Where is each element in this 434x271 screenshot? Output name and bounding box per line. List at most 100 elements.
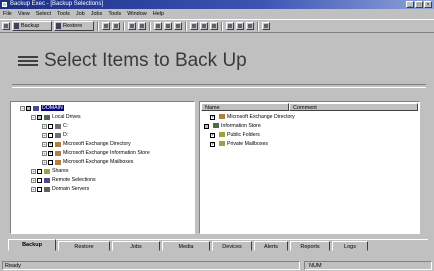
tree-node[interactable]: + C: <box>42 123 68 130</box>
maximize-button[interactable]: □ <box>415 1 423 8</box>
tab-restore[interactable]: Restore <box>58 241 110 251</box>
exchange-icon <box>55 160 61 165</box>
menu-view[interactable]: View <box>15 10 33 18</box>
menu-tools[interactable]: Tools <box>54 10 73 18</box>
toolbar-separator <box>221 22 223 31</box>
selection-checkbox[interactable] <box>48 160 53 165</box>
tree-node-label: DOMAIN <box>41 105 64 111</box>
tree-view-icon[interactable] <box>200 22 208 30</box>
properties-icon[interactable] <box>190 22 198 30</box>
selection-checkbox[interactable] <box>210 114 215 121</box>
cut-icon[interactable] <box>154 22 162 30</box>
tab-devices[interactable]: Devices <box>212 241 252 251</box>
expand-icon[interactable]: + <box>31 178 36 183</box>
list-item[interactable]: Microsoft Exchange Directory <box>210 114 295 121</box>
computer-icon <box>44 115 50 120</box>
selection-checkbox[interactable] <box>210 132 215 139</box>
tree-node-label: Local Drives <box>52 114 81 120</box>
restore-button[interactable]: Restore <box>54 21 94 31</box>
jobs-icon[interactable] <box>102 22 110 30</box>
exchange-icon <box>55 142 61 147</box>
selection-list[interactable]: Name Comment Microsoft Exchange Director… <box>199 101 420 234</box>
copy-icon[interactable] <box>164 22 172 30</box>
expand-icon[interactable]: + <box>31 169 36 174</box>
tree-node[interactable]: − Local Drives <box>31 114 81 121</box>
tab-jobs[interactable]: Jobs <box>112 241 160 251</box>
toolbar-separator <box>123 22 125 31</box>
list-item[interactable]: Public Folders <box>210 132 260 139</box>
paste-icon[interactable] <box>174 22 182 30</box>
selection-checkbox[interactable] <box>26 106 31 111</box>
tree-node[interactable]: + Shares <box>31 168 69 175</box>
stop-icon[interactable] <box>246 22 254 30</box>
menu-file[interactable]: File <box>0 10 15 18</box>
menu-select[interactable]: Select <box>33 10 54 18</box>
menu-job[interactable]: Job <box>73 10 88 18</box>
toolbar-separator <box>149 22 151 31</box>
exchange-icon <box>55 151 61 156</box>
selection-checkbox[interactable] <box>48 141 53 148</box>
selection-checkbox[interactable] <box>37 178 42 183</box>
selection-checkbox[interactable] <box>37 115 42 120</box>
expand-icon[interactable]: + <box>42 133 47 138</box>
tree-node-label: Shares <box>52 168 69 174</box>
selection-checkbox[interactable] <box>48 133 53 138</box>
expand-icon[interactable]: + <box>42 142 47 147</box>
tab-logs[interactable]: Logs <box>332 241 368 251</box>
toolbar-separator <box>185 22 187 31</box>
selection-checkbox[interactable] <box>37 187 42 192</box>
collapse-icon[interactable]: − <box>20 106 25 111</box>
toolbar-separator <box>97 22 99 31</box>
selection-checkbox[interactable] <box>48 150 53 157</box>
column-header-name[interactable]: Name <box>201 103 289 111</box>
list-item-label: Public Folders <box>227 132 260 138</box>
expand-icon[interactable]: + <box>42 151 47 156</box>
list-item-label: Private Mailboxes <box>227 141 268 147</box>
open-icon[interactable] <box>2 22 10 30</box>
print-icon[interactable] <box>226 22 234 30</box>
list-item[interactable]: Private Mailboxes <box>210 141 268 148</box>
tree-node[interactable]: + D: <box>42 132 68 139</box>
selection-checkbox[interactable] <box>48 124 53 129</box>
tree-node[interactable]: + Microsoft Exchange Directory <box>42 141 131 148</box>
column-header-comment[interactable]: Comment <box>289 103 418 111</box>
alerts-icon[interactable] <box>138 22 146 30</box>
selection-checkbox[interactable] <box>37 169 42 174</box>
tree-node[interactable]: + Remote Selections <box>31 177 96 184</box>
collapse-icon[interactable]: − <box>31 115 36 120</box>
close-button[interactable]: × <box>424 1 432 8</box>
tree-node[interactable]: + Microsoft Exchange Mailboxes <box>42 159 133 166</box>
help-icon[interactable] <box>262 22 270 30</box>
tab-backup[interactable]: Backup <box>8 239 56 251</box>
expand-icon[interactable]: + <box>31 187 36 192</box>
menu-tools-2[interactable]: Tools <box>105 10 124 18</box>
selection-tree[interactable]: −DOMAIN−Local Drives+C:+D:+Microsoft Exc… <box>10 101 195 234</box>
tree-node[interactable]: + Domain Servers <box>31 186 89 193</box>
app-icon[interactable] <box>2 2 7 7</box>
page-banner: Select Items to Back Up <box>4 36 430 88</box>
list-item[interactable]: Information Store <box>204 123 261 130</box>
tab-reports[interactable]: Reports <box>290 241 330 251</box>
tree-node-label: Microsoft Exchange Directory <box>63 141 131 147</box>
backup-button[interactable]: Backup <box>12 21 52 31</box>
tree-node[interactable]: + Microsoft Exchange Information Store <box>42 150 150 157</box>
menu-help[interactable]: Help <box>150 10 167 18</box>
tab-alerts[interactable]: Alerts <box>254 241 288 251</box>
minimize-button[interactable]: _ <box>406 1 414 8</box>
refresh-icon[interactable] <box>236 22 244 30</box>
menu-window[interactable]: Window <box>124 10 150 18</box>
server-icon <box>44 187 50 192</box>
list-view-icon[interactable] <box>210 22 218 30</box>
backup-icon <box>14 23 19 29</box>
selection-checkbox[interactable] <box>204 124 209 129</box>
status-indicator: NUM <box>304 261 432 270</box>
tree-node[interactable]: − DOMAIN <box>20 105 64 112</box>
devices-icon[interactable] <box>128 22 136 30</box>
selection-checkbox[interactable] <box>210 141 215 148</box>
media-icon[interactable] <box>112 22 120 30</box>
tab-media[interactable]: Media <box>162 241 210 251</box>
menu-jobs[interactable]: Jobs <box>88 10 106 18</box>
page-title: Select Items to Back Up <box>44 50 247 71</box>
expand-icon[interactable]: + <box>42 124 47 129</box>
expand-icon[interactable]: + <box>42 160 47 165</box>
